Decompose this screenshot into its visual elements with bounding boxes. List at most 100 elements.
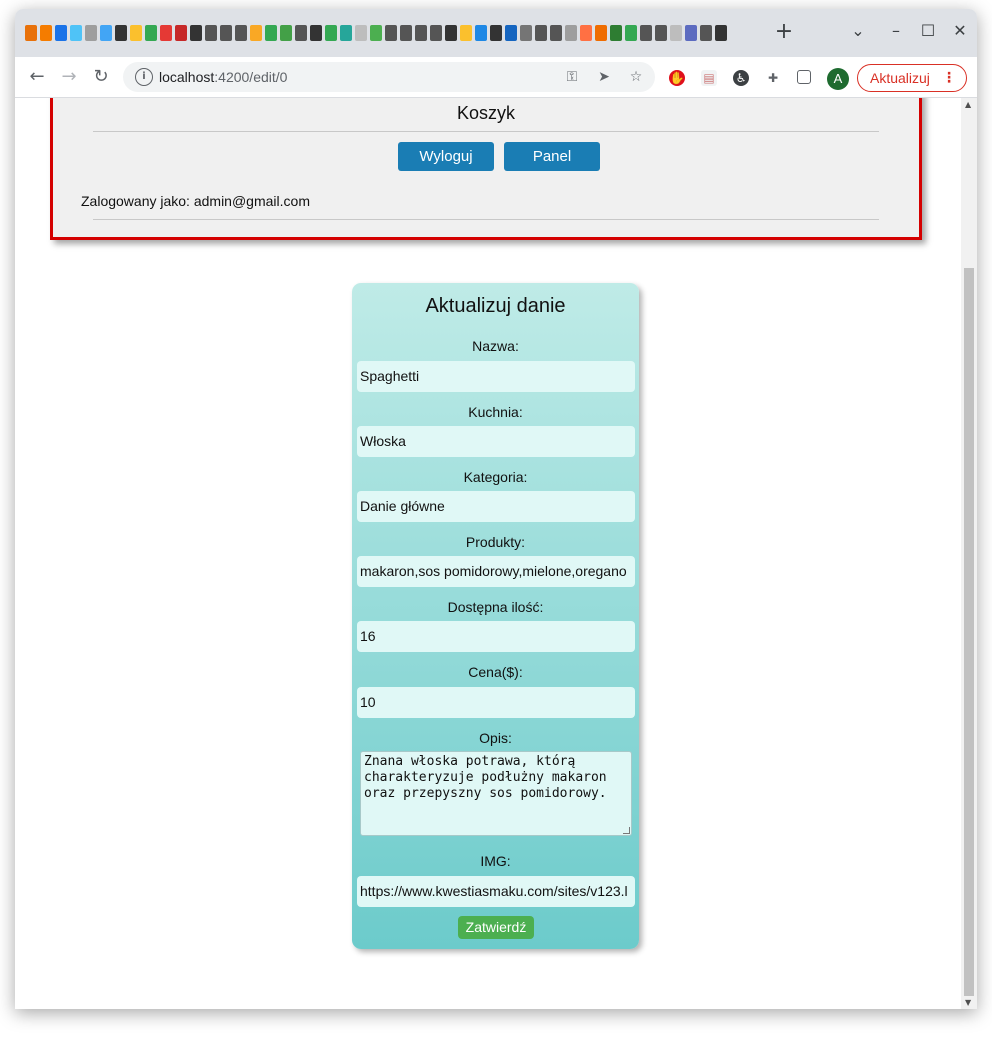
price-input[interactable]: 10	[357, 687, 635, 718]
edit-dish-form: Aktualizuj danie Nazwa: Spaghetti Kuchni…	[352, 283, 639, 949]
tab-favicon-icon[interactable]	[100, 25, 112, 41]
send-icon[interactable]: ➤	[595, 68, 613, 86]
panel-button[interactable]: Panel	[504, 142, 600, 171]
cart-link[interactable]: Koszyk	[53, 103, 919, 124]
tab-favicon-icon[interactable]	[85, 25, 97, 41]
tab-favicon-icon[interactable]	[610, 25, 622, 41]
tab-favicon-icon[interactable]	[235, 25, 247, 41]
image-url-input[interactable]: https://www.kwestiasmaku.com/sites/v123.…	[357, 876, 635, 907]
profile-avatar[interactable]: A	[827, 68, 849, 90]
reload-icon[interactable]: ↻	[89, 65, 113, 89]
browser-toolbar: ← → ↻ i localhost:4200/edit/0 ⚿ ➤ ☆ ✋ ▤ …	[15, 57, 977, 98]
side-panel-icon[interactable]	[797, 70, 811, 84]
tab-favicon-icon[interactable]	[700, 25, 712, 41]
tab-favicon-icon[interactable]	[490, 25, 502, 41]
cuisine-input[interactable]: Włoska	[357, 426, 635, 457]
resize-handle-icon[interactable]	[623, 827, 630, 834]
tab-favicon-icon[interactable]	[280, 25, 292, 41]
pdf-extension-icon[interactable]: ▤	[701, 70, 717, 86]
header-divider	[93, 131, 879, 132]
tab-favicon-icon[interactable]	[715, 25, 727, 41]
tab-favicon-icon[interactable]	[625, 25, 637, 41]
tab-search-chevron-icon[interactable]: ⌄	[846, 21, 870, 40]
scroll-down-icon[interactable]: ▼	[965, 998, 971, 1007]
key-icon[interactable]: ⚿	[563, 68, 581, 86]
tab-favicon-icon[interactable]	[25, 25, 37, 41]
tab-favicon-icon[interactable]	[325, 25, 337, 41]
products-input[interactable]: makaron,sos pomidorowy,mielone,oregano	[357, 556, 635, 587]
tab-favicon-icon[interactable]	[310, 25, 322, 41]
tab-favicon-icon[interactable]	[475, 25, 487, 41]
tab-favicon-icon[interactable]	[205, 25, 217, 41]
tab-favicon-icon[interactable]	[175, 25, 187, 41]
logout-button[interactable]: Wyloguj	[398, 142, 494, 171]
tab-favicon-icon[interactable]	[595, 25, 607, 41]
scroll-up-icon[interactable]: ▲	[965, 100, 971, 109]
browser-window: + ⌄ – ☐ ✕ ← → ↻ i localhost:4200/edit/0 …	[15, 9, 977, 1009]
tab-favicon-icon[interactable]	[250, 25, 262, 41]
bookmark-star-icon[interactable]: ☆	[627, 68, 645, 86]
update-browser-button[interactable]: Aktualizuj ⋮	[857, 64, 967, 92]
forward-icon[interactable]: →	[57, 65, 81, 89]
description-label: Opis:	[479, 730, 512, 746]
description-textarea[interactable]: Znana włoska potrawa, którą charakteryzu…	[360, 751, 632, 836]
minimize-icon[interactable]: –	[884, 21, 908, 40]
category-label: Kategoria:	[463, 469, 528, 485]
tab-favicon-icon[interactable]	[385, 25, 397, 41]
tab-favicon-icon[interactable]	[670, 25, 682, 41]
tab-favicon-icon[interactable]	[130, 25, 142, 41]
image-label: IMG:	[480, 853, 511, 869]
quantity-input[interactable]: 16	[357, 621, 635, 652]
extensions-puzzle-icon[interactable]: ✚	[765, 70, 781, 86]
tab-favicon-icon[interactable]	[400, 25, 412, 41]
adblock-extension-icon[interactable]: ✋	[669, 70, 685, 86]
name-input[interactable]: Spaghetti	[357, 361, 635, 392]
close-icon[interactable]: ✕	[948, 21, 972, 40]
scrollbar-thumb[interactable]	[964, 268, 974, 996]
tab-favicon-icon[interactable]	[430, 25, 442, 41]
tab-favicon-icon[interactable]	[655, 25, 667, 41]
description-text: Znana włoska potrawa, którą charakteryzu…	[364, 754, 607, 801]
accessibility-extension-icon[interactable]: ♿	[733, 70, 749, 86]
pinned-tabs	[25, 23, 727, 43]
page-scrollbar[interactable]: ▲ ▼	[961, 98, 977, 1009]
tab-favicon-icon[interactable]	[115, 25, 127, 41]
update-label: Aktualizuj	[870, 70, 930, 86]
tab-favicon-icon[interactable]	[70, 25, 82, 41]
tab-favicon-icon[interactable]	[535, 25, 547, 41]
url-text[interactable]: localhost:4200/edit/0	[159, 69, 287, 85]
new-tab-button[interactable]: +	[772, 21, 796, 45]
tab-favicon-icon[interactable]	[355, 25, 367, 41]
tab-favicon-icon[interactable]	[370, 25, 382, 41]
maximize-icon[interactable]: ☐	[916, 21, 940, 40]
tab-favicon-icon[interactable]	[445, 25, 457, 41]
tab-favicon-icon[interactable]	[190, 25, 202, 41]
tab-favicon-icon[interactable]	[580, 25, 592, 41]
tab-favicon-icon[interactable]	[550, 25, 562, 41]
tab-favicon-icon[interactable]	[685, 25, 697, 41]
tab-favicon-icon[interactable]	[265, 25, 277, 41]
tab-favicon-icon[interactable]	[505, 25, 517, 41]
tab-favicon-icon[interactable]	[220, 25, 232, 41]
tab-favicon-icon[interactable]	[640, 25, 652, 41]
address-bar[interactable]: i localhost:4200/edit/0 ⚿ ➤ ☆	[123, 62, 655, 92]
tab-favicon-icon[interactable]	[295, 25, 307, 41]
form-title: Aktualizuj danie	[425, 295, 566, 317]
tab-favicon-icon[interactable]	[55, 25, 67, 41]
tab-favicon-icon[interactable]	[460, 25, 472, 41]
tab-favicon-icon[interactable]	[520, 25, 532, 41]
menu-dots-icon[interactable]: ⋮	[942, 65, 956, 91]
site-info-icon[interactable]: i	[135, 68, 153, 86]
tab-favicon-icon[interactable]	[565, 25, 577, 41]
tab-favicon-icon[interactable]	[340, 25, 352, 41]
tab-favicon-icon[interactable]	[160, 25, 172, 41]
quantity-label: Dostępna ilość:	[447, 599, 544, 615]
tab-favicon-icon[interactable]	[145, 25, 157, 41]
tab-favicon-icon[interactable]	[40, 25, 52, 41]
category-input[interactable]: Danie główne	[357, 491, 635, 522]
submit-button[interactable]: Zatwierdź	[458, 916, 534, 939]
back-icon[interactable]: ←	[25, 65, 49, 89]
tab-favicon-icon[interactable]	[415, 25, 427, 41]
cuisine-label: Kuchnia:	[468, 404, 523, 420]
products-label: Produkty:	[465, 534, 526, 550]
